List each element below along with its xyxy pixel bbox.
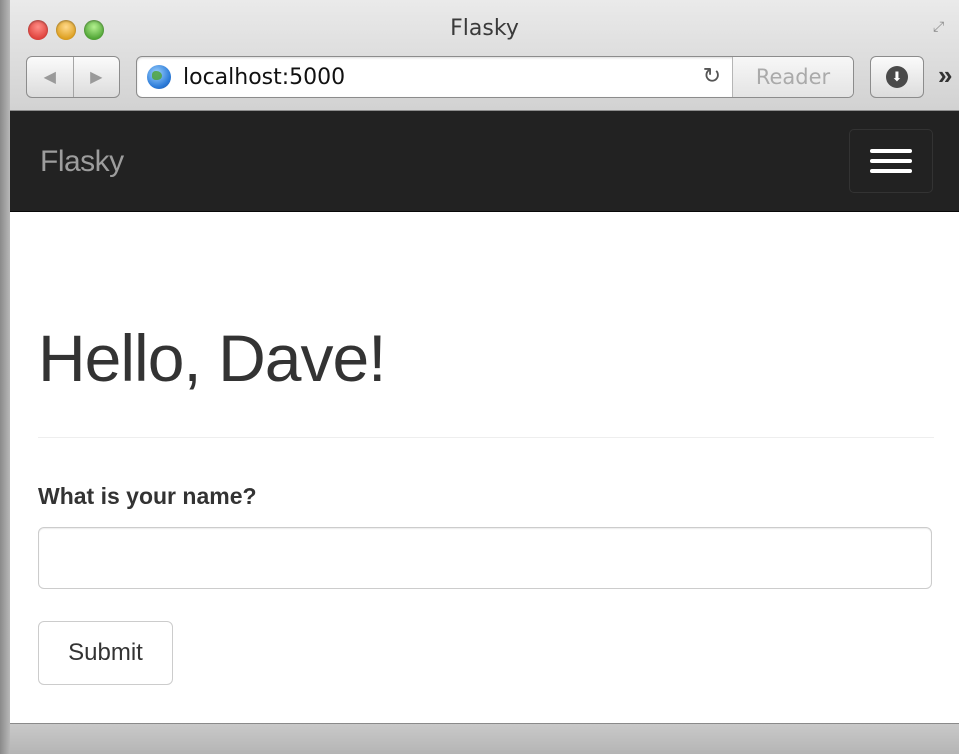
navbar-toggle-button[interactable] (849, 129, 933, 193)
forward-button[interactable]: ▶ (74, 57, 120, 97)
hamburger-menu-icon (870, 159, 912, 163)
hamburger-menu-icon (870, 169, 912, 173)
submit-button[interactable]: Submit (38, 621, 173, 685)
site-navbar: Flasky (10, 111, 959, 212)
back-button[interactable]: ◀ (27, 57, 74, 97)
page-title: Hello, Dave! (38, 321, 386, 395)
fullscreen-icon[interactable]: ⤢ (933, 18, 951, 36)
header-divider (38, 437, 934, 438)
page-viewport: Flasky Hello, Dave! What is your name? S… (10, 111, 959, 723)
back-arrow-icon: ◀ (43, 69, 56, 86)
navbar-brand-link[interactable]: Flasky (40, 145, 124, 179)
address-bar[interactable]: localhost:5000 ↻ Reader (136, 56, 854, 98)
browser-window: Flasky ⤢ ◀ ▶ localhost:5000 ↻ Reader ⬇ »… (0, 0, 959, 754)
url-text[interactable]: localhost:5000 (183, 65, 345, 90)
reload-icon[interactable]: ↻ (703, 63, 721, 89)
globe-icon (147, 65, 171, 89)
toolbar-overflow-icon[interactable]: » (938, 60, 952, 91)
window-title: Flasky (450, 16, 519, 41)
window-edge (0, 0, 10, 754)
downloads-button[interactable]: ⬇ (870, 56, 924, 98)
download-icon: ⬇ (886, 66, 908, 88)
back-forward-group: ◀ ▶ (26, 56, 120, 98)
forward-arrow-icon: ▶ (90, 69, 103, 86)
browser-status-bar (10, 723, 959, 754)
name-input[interactable] (38, 527, 932, 589)
hamburger-menu-icon (870, 149, 912, 153)
browser-chrome: Flasky ⤢ ◀ ▶ localhost:5000 ↻ Reader ⬇ » (10, 0, 959, 111)
reader-button[interactable]: Reader (732, 57, 853, 97)
name-field-label: What is your name? (38, 483, 257, 509)
